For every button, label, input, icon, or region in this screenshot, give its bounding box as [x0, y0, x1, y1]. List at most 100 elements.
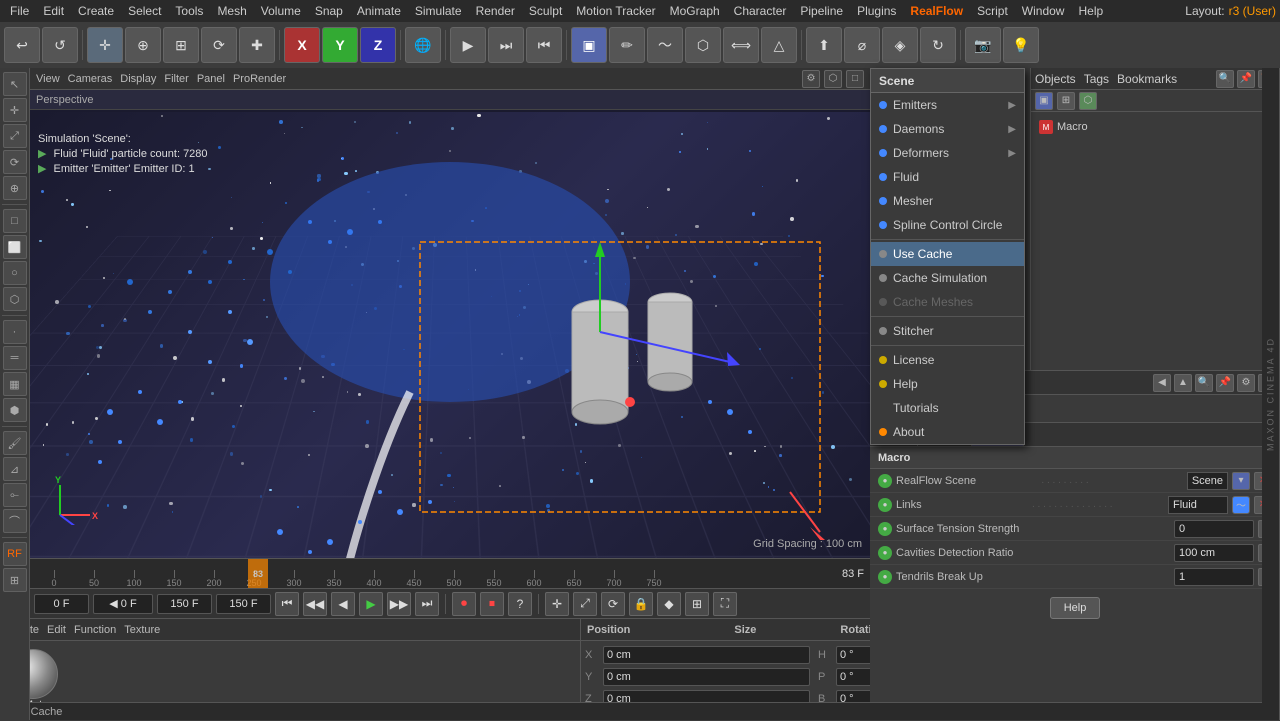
- attr-search[interactable]: 🔍: [1195, 374, 1213, 392]
- sidebar-box-select[interactable]: ⬜: [3, 235, 27, 259]
- sidebar-extra1[interactable]: ⊞: [3, 568, 27, 592]
- toolbar-play2[interactable]: ⏭: [488, 27, 524, 63]
- viewport-view-menu[interactable]: View: [36, 73, 60, 85]
- sidebar-realflow[interactable]: RF: [3, 542, 27, 566]
- frame-end-input[interactable]: [157, 594, 212, 614]
- sidebar-polygons[interactable]: ▦: [3, 372, 27, 396]
- dropdown-spline[interactable]: Spline Control Circle: [871, 213, 1024, 237]
- keyframe-btn[interactable]: ◆: [657, 592, 681, 616]
- material-edit-menu[interactable]: Edit: [47, 624, 66, 636]
- tab-bookmarks[interactable]: Bookmarks: [1117, 72, 1177, 86]
- pin-icon[interactable]: 📌: [1237, 70, 1255, 88]
- tab-tags[interactable]: Tags: [1084, 72, 1109, 86]
- menu-realflow[interactable]: RealFlow: [904, 2, 969, 20]
- toolbar-play1[interactable]: ▶: [450, 27, 486, 63]
- move-tool-btn[interactable]: ✛: [545, 592, 569, 616]
- dropdown-license[interactable]: License: [871, 348, 1024, 372]
- attr-links-value[interactable]: Fluid: [1168, 496, 1228, 514]
- menu-mograph[interactable]: MoGraph: [664, 2, 726, 20]
- sidebar-lasso[interactable]: ○: [3, 261, 27, 285]
- menu-snap[interactable]: Snap: [309, 2, 349, 20]
- obj-icon-1[interactable]: ▣: [1035, 92, 1053, 110]
- toolbar-redo[interactable]: ↺: [42, 27, 78, 63]
- timeline-current-frame[interactable]: 83: [248, 559, 268, 588]
- dropdown-deformers[interactable]: Deformers ▶: [871, 141, 1024, 165]
- frame-end2-input[interactable]: [216, 594, 271, 614]
- toolbar-scale[interactable]: ⊞: [163, 27, 199, 63]
- sidebar-warp[interactable]: ⊕: [3, 176, 27, 200]
- sidebar-poly-select[interactable]: ⬡: [3, 287, 27, 311]
- dropdown-tutorials[interactable]: Tutorials: [871, 396, 1024, 420]
- attr-settings[interactable]: ⚙: [1237, 374, 1255, 392]
- menu-help[interactable]: Help: [1072, 2, 1109, 20]
- toolbar-sym[interactable]: ⟺: [723, 27, 759, 63]
- toolbar-move[interactable]: ⊕: [125, 27, 161, 63]
- sidebar-bend[interactable]: ⌒: [3, 509, 27, 533]
- viewport-panel-menu[interactable]: Panel: [197, 73, 225, 85]
- toolbar-polygon[interactable]: △: [761, 27, 797, 63]
- menu-tools[interactable]: Tools: [169, 2, 209, 20]
- menu-sculpt[interactable]: Sculpt: [523, 2, 568, 20]
- timeline-ruler[interactable]: 83 0 50 100 150 200 250 300 350 400 450 …: [30, 559, 836, 588]
- dropdown-mesher[interactable]: Mesher: [871, 189, 1024, 213]
- lock-btn[interactable]: 🔒: [629, 592, 653, 616]
- viewport-display-menu[interactable]: Display: [120, 73, 156, 85]
- menu-file[interactable]: File: [4, 2, 35, 20]
- sidebar-edges[interactable]: ═: [3, 346, 27, 370]
- menu-script[interactable]: Script: [971, 2, 1014, 20]
- menu-create[interactable]: Create: [72, 2, 120, 20]
- sidebar-arrow[interactable]: ↖: [3, 72, 27, 96]
- toolbar-bevel[interactable]: ◈: [882, 27, 918, 63]
- menu-select[interactable]: Select: [122, 2, 167, 20]
- dropdown-emitters[interactable]: Emitters ▶: [871, 93, 1024, 117]
- menu-simulate[interactable]: Simulate: [409, 2, 468, 20]
- sidebar-paint[interactable]: 🖌: [3, 431, 27, 455]
- menu-window[interactable]: Window: [1016, 2, 1071, 20]
- attr-st-input[interactable]: [1174, 520, 1254, 538]
- prev-frame-btn[interactable]: ◀◀: [303, 592, 327, 616]
- menu-plugins[interactable]: Plugins: [851, 2, 902, 20]
- toolbar-play3[interactable]: ⏮: [526, 27, 562, 63]
- attr-scene-arrow[interactable]: ▾: [1232, 472, 1250, 490]
- menu-volume[interactable]: Volume: [255, 2, 307, 20]
- frame-start-input[interactable]: [34, 594, 89, 614]
- menu-character[interactable]: Character: [728, 2, 793, 20]
- viewport-icon-1[interactable]: ⚙: [802, 70, 820, 88]
- tab-objects[interactable]: Objects: [1035, 72, 1076, 86]
- layout-value[interactable]: r3 (User): [1229, 4, 1276, 18]
- toolbar-light[interactable]: 💡: [1003, 27, 1039, 63]
- obj-icon-2[interactable]: ⊞: [1057, 92, 1075, 110]
- toolbar-select[interactable]: ✛: [87, 27, 123, 63]
- menu-render[interactable]: Render: [470, 2, 521, 20]
- toolbar-loop[interactable]: ↻: [920, 27, 956, 63]
- menu-edit[interactable]: Edit: [37, 2, 70, 20]
- dropdown-stitcher[interactable]: Stitcher: [871, 319, 1024, 343]
- record-btn[interactable]: ⏺: [452, 592, 476, 616]
- prev-btn[interactable]: ◀: [331, 592, 355, 616]
- prev-frame-input[interactable]: [93, 594, 153, 614]
- toolbar-x[interactable]: X: [284, 27, 320, 63]
- obj-icon-3[interactable]: ⬡: [1079, 92, 1097, 110]
- toolbar-undo[interactable]: ↩: [4, 27, 40, 63]
- toolbar-rotate[interactable]: ⟳: [201, 27, 237, 63]
- sidebar-twist[interactable]: ⟜: [3, 483, 27, 507]
- attr-pin[interactable]: 📌: [1216, 374, 1234, 392]
- go-start-btn[interactable]: ⏮: [275, 592, 299, 616]
- viewport-prorender-menu[interactable]: ProRender: [233, 73, 286, 85]
- timeline-area[interactable]: 83 0 50 100 150 200 250 300 350 400 450 …: [30, 558, 870, 588]
- pos-x-input[interactable]: [603, 646, 810, 664]
- toolbar-add[interactable]: ✚: [239, 27, 275, 63]
- dropdown-about[interactable]: About: [871, 420, 1024, 444]
- dropdown-help[interactable]: Help: [871, 372, 1024, 396]
- scale-tool-btn[interactable]: ⤢: [573, 592, 597, 616]
- toolbar-z[interactable]: Z: [360, 27, 396, 63]
- dropdown-use-cache[interactable]: Use Cache: [871, 242, 1024, 266]
- dropdown-fluid[interactable]: Fluid: [871, 165, 1024, 189]
- viewport-canvas[interactable]: Grid Spacing : 100 cm X Y Z: [30, 112, 870, 558]
- attr-help-button[interactable]: Help: [1050, 597, 1100, 619]
- sidebar-scale[interactable]: ⤢: [3, 124, 27, 148]
- menu-animate[interactable]: Animate: [351, 2, 407, 20]
- menu-mesh[interactable]: Mesh: [211, 2, 252, 20]
- sidebar-rotate[interactable]: ⟳: [3, 150, 27, 174]
- viewport-icon-2[interactable]: ⬡: [824, 70, 842, 88]
